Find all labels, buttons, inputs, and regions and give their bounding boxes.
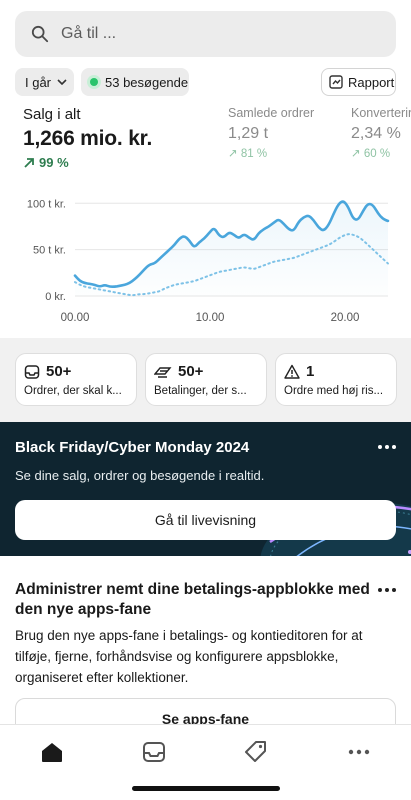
home-indicator (132, 786, 280, 791)
nav-home[interactable] (37, 739, 67, 765)
orders-label: Samlede ordrer (228, 106, 315, 120)
chart-area-fill (75, 201, 388, 296)
visitors-label: 53 besøgende (105, 74, 189, 90)
report-icon (329, 75, 343, 89)
tile-count: 50+ (46, 363, 72, 380)
total-sales-value: 1,266 mio. kr. (23, 127, 153, 150)
live-dot-icon (90, 78, 98, 86)
more-options-icon[interactable] (377, 444, 397, 450)
tile-count: 50+ (178, 363, 204, 380)
arrow-up-right-icon (24, 157, 34, 168)
payments-tile[interactable]: 50+ Betalinger, der s... (145, 353, 267, 406)
sales-chart[interactable]: 100 t kr. 50 t kr. 0 kr. 00.00 10.00 20.00 (0, 180, 411, 330)
warning-icon (284, 364, 300, 379)
report-label: Rapport (348, 74, 395, 90)
orders-to-fulfill-tile[interactable]: 50+ Ordrer, der skal k... (15, 353, 137, 406)
search-bar[interactable]: Gå til ... (15, 11, 396, 57)
banner-title: Black Friday/Cyber Monday 2024 (15, 439, 250, 456)
date-filter[interactable]: I går (15, 68, 74, 96)
inbox-icon (143, 742, 165, 762)
orders-value: 1,29 t (228, 125, 269, 142)
more-options-icon[interactable] (377, 587, 397, 593)
x-tick-label: 20.00 (331, 312, 360, 324)
search-icon (31, 25, 49, 43)
tile-label: Betalinger, der s... (154, 385, 247, 397)
y-tick-label: 50 t kr. (33, 245, 66, 257)
tag-icon (245, 741, 266, 762)
conversion-label: Konvertering (351, 106, 411, 120)
tile-label: Ordre med høj ris... (284, 385, 384, 397)
live-view-button[interactable]: Gå til livevisning (15, 500, 396, 540)
bfcm-banner: Black Friday/Cyber Monday 2024 Se dine s… (0, 422, 411, 556)
x-tick-label: 00.00 (61, 312, 90, 324)
conversion-value: 2,34 % (351, 125, 401, 142)
report-button[interactable]: Rapport (321, 68, 396, 96)
payment-icon (154, 366, 172, 378)
arrow-up-right-icon: ↗ (228, 148, 238, 160)
total-sales-metric[interactable]: Salg i alt 1,266 mio. kr. 99 % (23, 106, 152, 170)
total-sales-change: 99 % (23, 155, 152, 170)
tile-label: Ordrer, der skal k... (24, 385, 122, 397)
home-icon (42, 743, 62, 762)
chevron-down-icon (57, 79, 67, 85)
arrow-up-right-icon: ↗ (351, 148, 361, 160)
nav-products[interactable] (241, 739, 271, 765)
total-sales-label: Salg i alt (23, 106, 81, 123)
card-body: Brug den nye apps-fane i betalings- og k… (15, 628, 363, 685)
y-tick-label: 0 kr. (45, 291, 66, 303)
nav-more[interactable] (344, 739, 374, 765)
more-icon (348, 749, 370, 755)
conversion-change: ↗ 60 % (351, 148, 391, 160)
high-risk-orders-tile[interactable]: 1 Ordre med høj ris... (275, 353, 397, 406)
date-filter-label: I går (25, 74, 52, 90)
search-placeholder: Gå til ... (61, 25, 117, 42)
inbox-icon (24, 364, 40, 379)
card-title: Administrer nemt dine betalings-appblokk… (15, 581, 370, 618)
y-tick-label: 100 t kr. (27, 198, 66, 210)
nav-orders[interactable] (139, 739, 169, 765)
x-tick-label: 10.00 (196, 312, 225, 324)
conversion-metric[interactable]: Konvertering 2,34 % ↗ 60 % (351, 106, 411, 160)
tile-count: 1 (306, 363, 315, 380)
orders-change: ↗ 81 % (228, 148, 268, 160)
orders-metric[interactable]: Samlede ordrer 1,29 t ↗ 81 % (228, 106, 314, 160)
banner-description: Se dine salg, ordrer og besøgende i real… (15, 468, 265, 483)
live-visitors-chip[interactable]: 53 besøgende (81, 68, 189, 96)
